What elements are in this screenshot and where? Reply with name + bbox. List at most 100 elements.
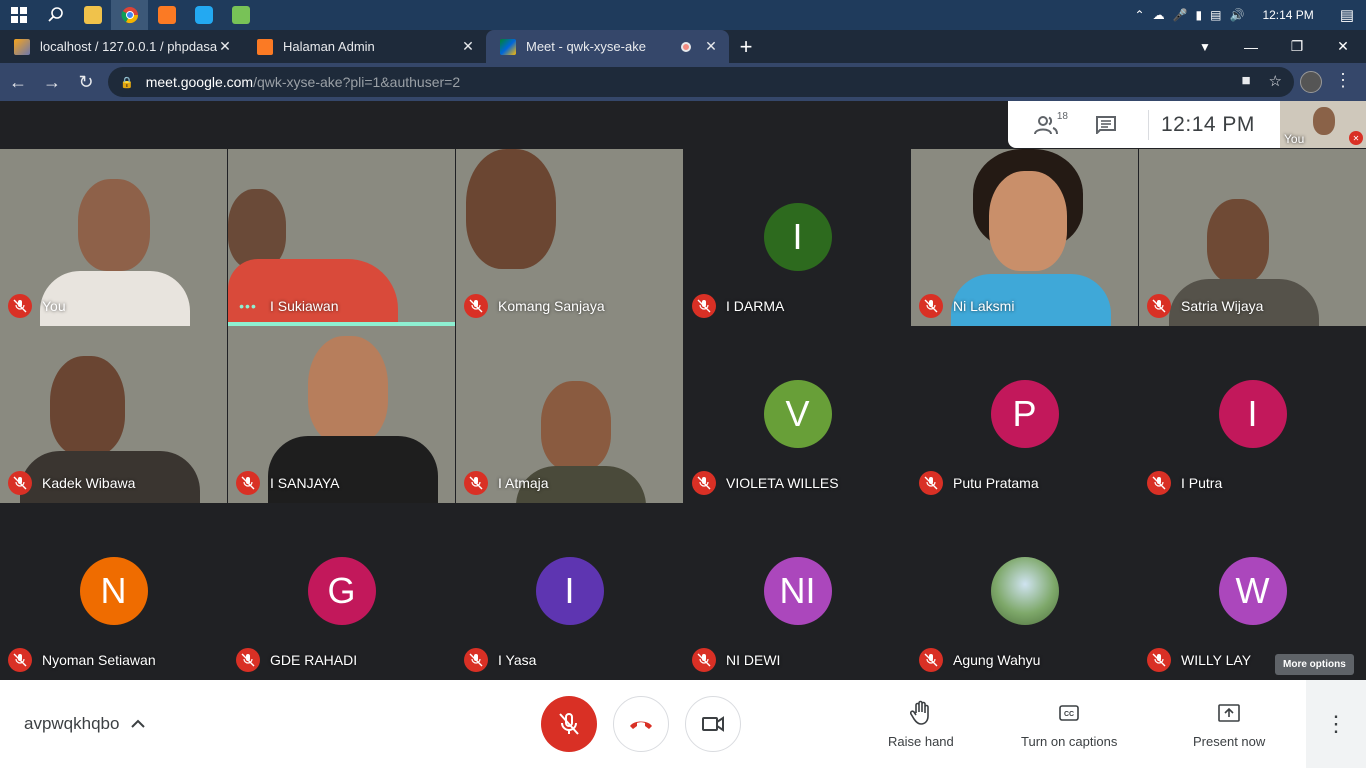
microphone-toggle-button[interactable]: [541, 696, 597, 752]
hang-up-icon: [630, 721, 652, 729]
meeting-clock: 12:14 PM: [1161, 112, 1255, 136]
participant-tile[interactable]: Kadek Wibawa: [0, 326, 227, 503]
cloud-icon[interactable]: ☁: [1153, 8, 1165, 22]
forward-button[interactable]: →: [36, 66, 68, 98]
participant-avatar: I: [535, 557, 604, 625]
back-button[interactable]: ←: [2, 66, 34, 98]
present-now-label: Present now: [1193, 734, 1266, 749]
tab-phpmyadmin[interactable]: localhost / 127.0.0.1 / phpdasar / ✕: [0, 30, 243, 63]
search-icon[interactable]: [37, 0, 74, 30]
lock-icon[interactable]: 🔒: [120, 76, 134, 89]
participant-tile[interactable]: I I DARMA: [684, 149, 911, 326]
mic-off-icon: [8, 471, 32, 495]
participant-face: [466, 149, 556, 269]
profile-avatar[interactable]: [1300, 71, 1322, 93]
chrome-icon[interactable]: [111, 0, 148, 30]
leave-call-button[interactable]: [613, 696, 669, 752]
volume-icon[interactable]: 🔊: [1229, 8, 1244, 22]
reload-button[interactable]: ↻: [70, 66, 102, 98]
android-icon[interactable]: [222, 0, 259, 30]
mic-off-icon: ✕: [1349, 131, 1363, 145]
participant-tile[interactable]: G GDE RAHADI: [228, 503, 455, 680]
participant-face: [308, 336, 388, 444]
participant-tile[interactable]: I SANJAYA: [228, 326, 455, 503]
participant-tile[interactable]: I Atmaja: [456, 326, 683, 503]
mic-off-icon: [692, 648, 716, 672]
tab-meet[interactable]: Meet - qwk-xyse-ake ✕: [486, 30, 729, 63]
vscode-icon[interactable]: [185, 0, 222, 30]
present-screen-icon: [1218, 700, 1240, 726]
participant-face: [989, 171, 1067, 271]
minimize-button[interactable]: —: [1228, 30, 1274, 63]
close-icon[interactable]: ✕: [460, 38, 476, 55]
notification-icon[interactable]: ▤: [1340, 6, 1354, 24]
bookmark-star-icon[interactable]: ☆: [1269, 72, 1282, 90]
participant-name: Agung Wahyu: [953, 652, 1041, 668]
url-path: /qwk-xyse-ake?pli=1&authuser=2: [253, 74, 461, 90]
raise-hand-button[interactable]: Raise hand: [888, 700, 954, 749]
participant-tile[interactable]: Ni Laksmi: [911, 149, 1138, 326]
taskbar-clock[interactable]: 12:14 PM: [1262, 8, 1313, 22]
recording-icon: [681, 41, 691, 52]
meeting-details-button[interactable]: avpwqkhqbo: [24, 714, 146, 734]
more-options-button[interactable]: ⋮: [1306, 680, 1366, 768]
file-explorer-icon[interactable]: [74, 0, 111, 30]
close-window-button[interactable]: ✕: [1320, 30, 1366, 63]
windows-taskbar: ⌃ ☁ 🎤 ▮ ▤ 🔊 12:14 PM ▤: [0, 0, 1366, 30]
participant-name: I Yasa: [498, 652, 537, 668]
participant-face: [541, 381, 611, 471]
new-tab-button[interactable]: +: [729, 30, 763, 63]
camera-permission-icon[interactable]: ■: [1241, 72, 1250, 90]
participant-name: I Atmaja: [498, 475, 549, 491]
chat-button[interactable]: [1076, 115, 1136, 134]
address-bar[interactable]: 🔒 meet.google.com/qwk-xyse-ake?pli=1&aut…: [108, 67, 1294, 97]
participant-name: Kadek Wibawa: [42, 475, 136, 491]
mic-off-icon: [236, 648, 260, 672]
chrome-menu-icon[interactable]: ⋮: [1334, 70, 1352, 91]
participant-tile[interactable]: You: [0, 149, 227, 326]
participant-name: I DARMA: [726, 298, 785, 314]
mic-off-icon: [464, 648, 488, 672]
tab-search-icon[interactable]: ▼: [1182, 30, 1228, 63]
mic-off-icon: [236, 471, 260, 495]
participant-name: Nyoman Setiawan: [42, 652, 156, 668]
participant-tile[interactable]: N Nyoman Setiawan: [0, 503, 227, 680]
network-icon[interactable]: ▤: [1210, 8, 1221, 22]
mic-off-icon: [559, 713, 579, 735]
participant-tile[interactable]: I I Yasa: [456, 503, 683, 680]
close-icon[interactable]: ✕: [217, 38, 233, 55]
microphone-icon[interactable]: 🎤: [1173, 8, 1188, 22]
self-view-thumbnail[interactable]: You ✕: [1280, 101, 1366, 148]
participant-tile[interactable]: Satria Wijaya: [1139, 149, 1366, 326]
xampp-icon[interactable]: [148, 0, 185, 30]
mic-off-icon: [8, 294, 32, 318]
participant-tile[interactable]: V VIOLETA WILLES: [684, 326, 911, 503]
captions-button[interactable]: CC Turn on captions: [1021, 700, 1117, 749]
participant-tile[interactable]: ••• I Sukiawan: [228, 149, 455, 326]
participants-button[interactable]: 18: [1016, 111, 1076, 135]
participant-grid: You ••• I Sukiawan Komang Sanjaya I I DAR…: [0, 149, 1366, 680]
chevron-up-icon[interactable]: ⌃: [1135, 8, 1145, 22]
present-now-button[interactable]: Present now: [1193, 700, 1265, 749]
participant-tile[interactable]: I I Putra: [1139, 326, 1366, 503]
close-icon[interactable]: ✕: [703, 38, 719, 55]
participant-tile[interactable]: Komang Sanjaya: [456, 149, 683, 326]
participant-tile[interactable]: NI NI DEWI: [684, 503, 911, 680]
mic-off-icon: [464, 294, 488, 318]
divider: [1148, 109, 1149, 140]
restore-button[interactable]: ❐: [1274, 30, 1320, 63]
tab-halaman-admin[interactable]: Halaman Admin ✕: [243, 30, 486, 63]
tab-title: Halaman Admin: [283, 39, 375, 54]
windows-icon[interactable]: [0, 0, 37, 30]
camera-toggle-button[interactable]: [685, 696, 741, 752]
participant-face: [228, 189, 286, 269]
browser-toolbar: ← → ↻ 🔒 meet.google.com/qwk-xyse-ake?pli…: [0, 63, 1366, 101]
mic-off-icon: [919, 648, 943, 672]
participant-tile[interactable]: Agung Wahyu: [911, 503, 1138, 680]
participant-avatar: W: [1218, 557, 1287, 625]
meet-icon: [500, 38, 516, 55]
battery-icon[interactable]: ▮: [1196, 8, 1203, 22]
phpmyadmin-icon: [14, 38, 30, 55]
participant-tile[interactable]: P Putu Pratama: [911, 326, 1138, 503]
participant-avatar: I: [1218, 380, 1287, 448]
